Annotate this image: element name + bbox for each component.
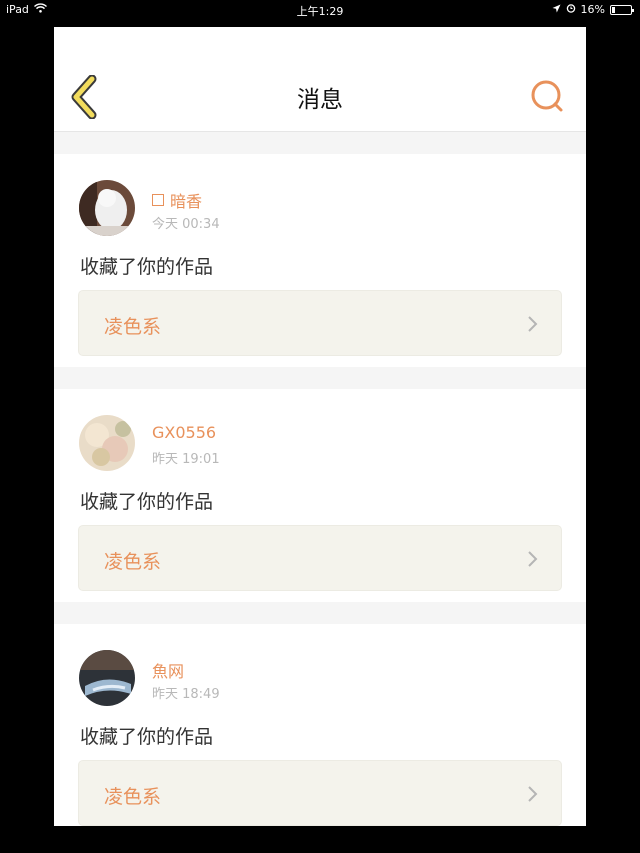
status-time: 上午1:29 [296,5,344,18]
avatar[interactable] [79,180,135,236]
search-icon [528,80,568,121]
work-link[interactable]: 凌色系 [78,290,562,356]
timestamp: 昨天 18:49 [152,687,220,702]
message-card[interactable]: 魚网 昨天 18:49 收藏了你的作品 凌色系 [54,624,586,826]
nav-bar: 消息 [54,27,586,132]
message-card[interactable]: 暗香 今天 00:34 收藏了你的作品 凌色系 [54,154,586,367]
search-button[interactable] [528,77,568,117]
action-text: 收藏了你的作品 [80,491,214,513]
username-text: GX0556 [152,423,217,442]
action-text: 收藏了你的作品 [80,726,214,748]
username[interactable]: 魚网 [152,658,184,682]
battery-icon [610,4,634,15]
work-link[interactable]: 凌色系 [78,525,562,591]
message-card[interactable]: GX0556 昨天 19:01 收藏了你的作品 凌色系 [54,389,586,602]
app-screen: 消息 暗香 今天 00:34 收藏了你的作品 凌色系 GX0556 昨天 19:… [54,27,586,826]
username[interactable]: GX0556 [152,423,216,442]
username-text: 魚网 [152,662,185,681]
work-title: 凌色系 [104,786,162,808]
work-title: 凌色系 [104,551,162,573]
username[interactable]: 暗香 [152,188,202,212]
status-bar-right: 16% [552,3,634,16]
separator [54,132,586,154]
action-text: 收藏了你的作品 [80,256,214,278]
separator [54,367,586,389]
page-title: 消息 [297,87,343,113]
username-text: 暗香 [170,192,203,211]
work-link[interactable]: 凌色系 [78,760,562,826]
chevron-right-icon [527,315,539,333]
battery-level [612,6,615,13]
chevron-right-icon [527,785,539,803]
avatar[interactable] [79,415,135,471]
timestamp: 昨天 19:01 [152,452,220,467]
work-title: 凌色系 [104,316,162,338]
status-bar: iPad 上午1:29 16% [0,0,640,18]
battery-percent: 16% [580,3,605,16]
square-icon [152,194,164,206]
message-list: 暗香 今天 00:34 收藏了你的作品 凌色系 GX0556 昨天 19:01 … [54,132,586,826]
separator [54,602,586,624]
location-icon [552,3,561,16]
alarm-icon [566,3,576,16]
avatar[interactable] [79,650,135,706]
chevron-right-icon [527,550,539,568]
timestamp: 今天 00:34 [152,217,220,232]
